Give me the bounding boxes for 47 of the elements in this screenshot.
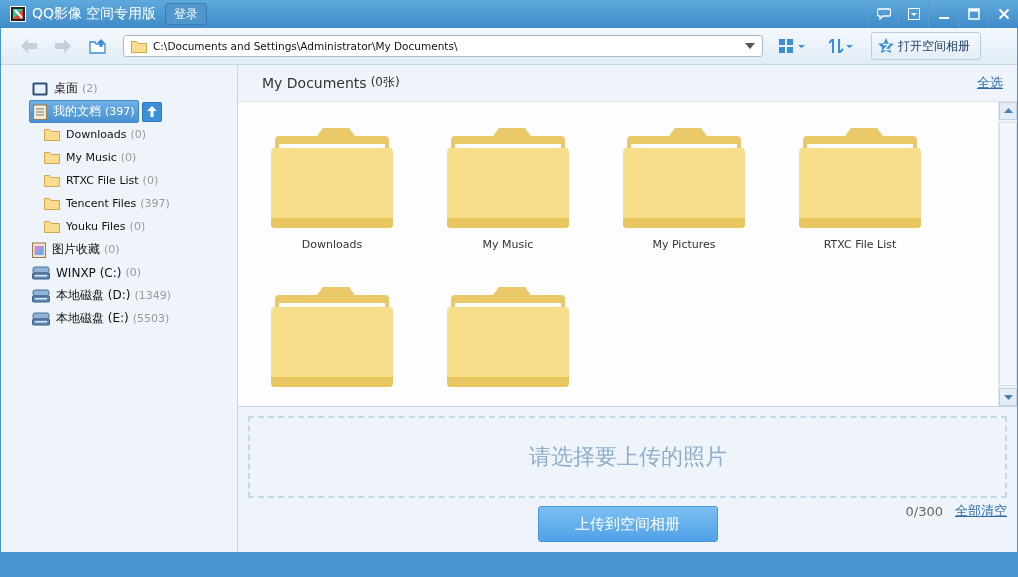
folder-icon[interactable] — [623, 125, 745, 230]
sidebar-item[interactable]: 桌面 (2) — [29, 78, 101, 99]
scroll-down-icon[interactable] — [999, 388, 1017, 406]
folder-icon — [44, 128, 60, 141]
document-icon — [33, 103, 47, 120]
folder-icon[interactable] — [799, 125, 921, 230]
picture-frame-icon — [32, 241, 46, 258]
path-field[interactable]: C:\Documents and Settings\Administrator\My Documents\ — [123, 35, 763, 57]
sidebar-item[interactable]: Downloads (0) — [41, 124, 149, 145]
sidebar-item[interactable]: 图片收藏 (0) — [29, 239, 123, 260]
folder-label: My Music — [482, 237, 534, 251]
drive-icon — [32, 311, 50, 326]
sort-icon[interactable] — [829, 39, 855, 53]
folder-icon — [44, 174, 60, 187]
sidebar-item[interactable]: WINXP (C:) (0) — [29, 262, 145, 283]
folder-icon[interactable] — [271, 125, 393, 230]
photo-counter: 0/300 — [905, 503, 943, 519]
open-album-button[interactable]: 打开空间相册 — [871, 32, 981, 60]
folder-label: RTXC File List — [823, 237, 897, 251]
star-icon — [878, 38, 894, 54]
sidebar-item[interactable]: 本地磁盘 (D:) (1349) — [29, 285, 175, 306]
grid-view-icon[interactable] — [779, 39, 807, 53]
photo-count: (0张) — [370, 74, 400, 92]
folder-icon — [44, 151, 60, 164]
drive-icon — [32, 288, 50, 303]
folder-icon[interactable] — [271, 284, 393, 389]
sidebar-item[interactable]: Tencent Files (397) — [41, 193, 173, 214]
folder-label: My Pictures — [652, 237, 716, 251]
folder-icon[interactable] — [447, 284, 569, 389]
select-all-link[interactable]: 全选 — [977, 73, 1003, 92]
sidebar-item[interactable]: 本地磁盘 (E:) (5503) — [29, 308, 173, 329]
folder-icon — [131, 39, 147, 53]
sidebar-item[interactable]: RTXC File List (0) — [41, 170, 162, 191]
caret-icon — [745, 43, 755, 49]
drive-icon — [32, 265, 50, 280]
folder-icon — [44, 220, 60, 233]
monitor-icon — [32, 81, 48, 96]
folder-icon[interactable] — [447, 125, 569, 230]
app-logo-icon — [10, 6, 26, 22]
folder-up-icon[interactable] — [89, 38, 107, 54]
sidebar-item[interactable]: Youku Files (0) — [41, 216, 149, 237]
folder-label: Downloads — [301, 237, 363, 251]
sidebar-item[interactable]: My Music (0) — [41, 147, 140, 168]
folder-icon — [44, 197, 60, 210]
folder-title: My Documents — [262, 74, 367, 91]
clear-all-link[interactable]: 全部清空 — [955, 502, 1007, 520]
window-title: QQ影像 空间专用版 — [32, 5, 157, 23]
